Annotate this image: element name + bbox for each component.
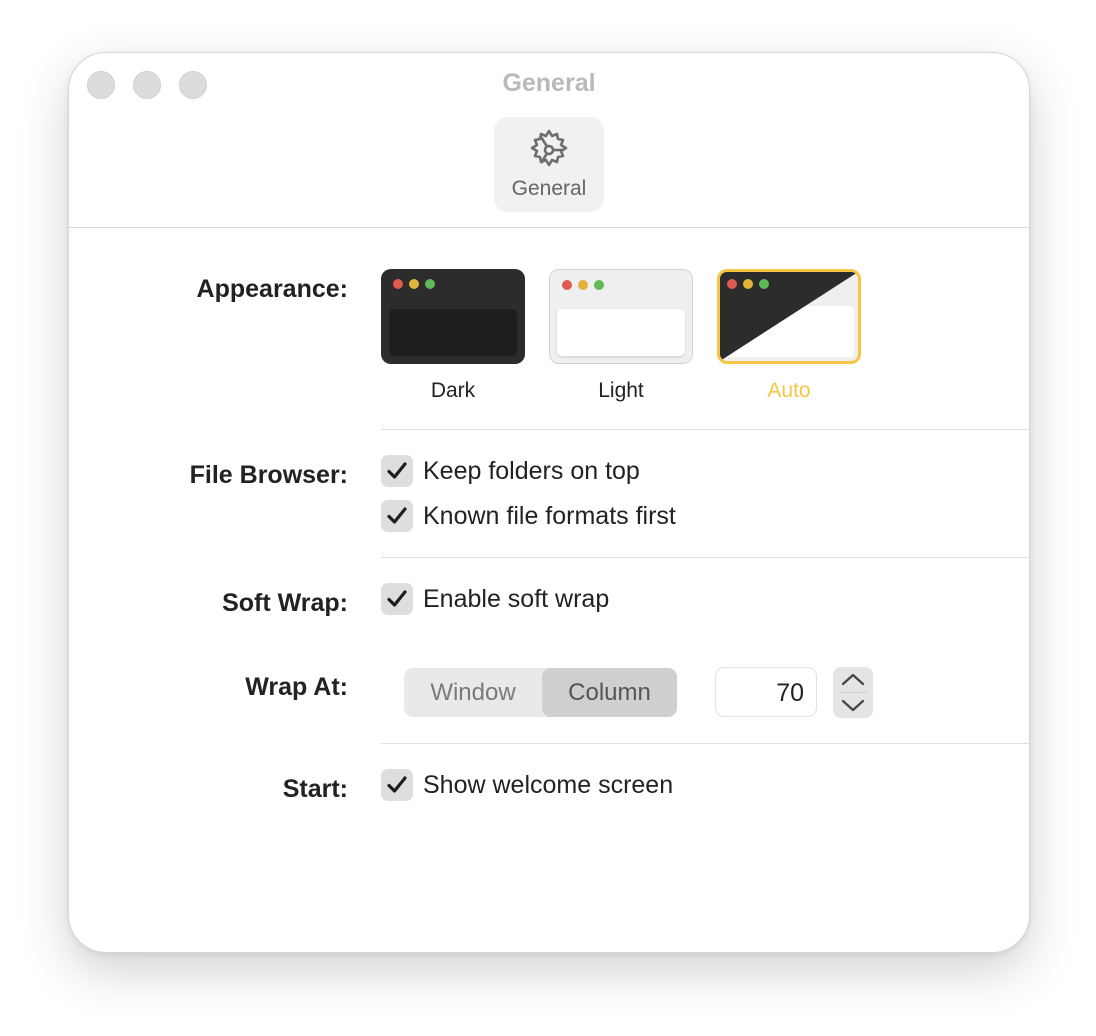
chevron-down-icon[interactable] xyxy=(833,693,873,718)
keep-folders-checkbox[interactable] xyxy=(381,455,413,487)
checkmark-icon xyxy=(387,462,407,479)
tab-general-label: General xyxy=(511,177,587,200)
gear-icon xyxy=(530,129,568,167)
wrap-column-value: 70 xyxy=(776,679,804,707)
file-browser-label: File Browser: xyxy=(189,461,348,489)
soft-wrap-option-label: Enable soft wrap xyxy=(423,585,610,613)
segment-column[interactable]: Column xyxy=(542,668,677,717)
appearance-auto-option[interactable] xyxy=(717,269,861,364)
window-title: General xyxy=(502,69,596,97)
segment-window[interactable]: Window xyxy=(404,668,542,717)
section-divider xyxy=(381,743,1029,744)
checkmark-icon xyxy=(387,776,407,793)
preferences-window: General General Appearance: Dark Light A… xyxy=(68,52,1030,953)
soft-wrap-label: Soft Wrap: xyxy=(222,589,348,617)
section-divider xyxy=(381,557,1029,558)
toolbar-divider xyxy=(69,227,1029,228)
section-divider xyxy=(381,429,1029,430)
wrap-column-stepper[interactable] xyxy=(833,667,873,718)
wrap-column-field[interactable]: 70 xyxy=(715,667,817,717)
wrap-at-label: Wrap At: xyxy=(245,673,348,701)
wrap-at-segmented-control: Window Column xyxy=(404,668,677,717)
appearance-dark-option[interactable] xyxy=(381,269,525,364)
appearance-light-label: Light xyxy=(598,379,644,402)
start-label: Start: xyxy=(282,775,348,803)
tab-general[interactable]: General xyxy=(494,117,604,212)
checkmark-icon xyxy=(387,590,407,607)
appearance-auto-label: Auto xyxy=(767,379,811,402)
known-formats-label: Known file formats first xyxy=(423,502,676,530)
welcome-screen-label: Show welcome screen xyxy=(423,771,674,799)
appearance-light-option[interactable] xyxy=(549,269,693,364)
checkmark-icon xyxy=(387,507,407,524)
keep-folders-label: Keep folders on top xyxy=(423,457,640,485)
appearance-dark-label: Dark xyxy=(430,379,476,402)
appearance-label: Appearance: xyxy=(196,275,348,303)
welcome-screen-checkbox[interactable] xyxy=(381,769,413,801)
known-formats-checkbox[interactable] xyxy=(381,500,413,532)
soft-wrap-checkbox[interactable] xyxy=(381,583,413,615)
chevron-up-icon[interactable] xyxy=(833,667,873,692)
